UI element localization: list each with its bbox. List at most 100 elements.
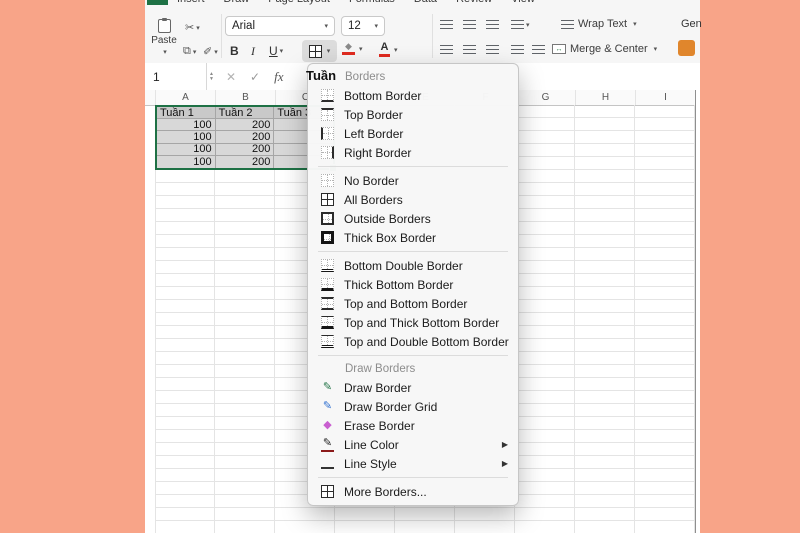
fill-color-button[interactable]: ◆ ▾ <box>342 42 363 55</box>
align-right-icon[interactable] <box>486 45 499 54</box>
menu-item-top-and-thick-bottom-border[interactable]: Top and Thick Bottom Border <box>308 313 518 332</box>
more-borders-icon <box>321 485 334 498</box>
paste-button[interactable]: Paste ▾ <box>148 13 180 61</box>
increase-indent-icon[interactable] <box>532 45 545 54</box>
cell-b1[interactable]: Tuần 2 <box>215 107 275 120</box>
name-box[interactable]: 1 <box>145 63 207 90</box>
menu-header-label: Draw Borders <box>345 363 416 375</box>
menu-item-top-border[interactable]: Top Border <box>308 105 518 124</box>
cell-b4[interactable]: 200 <box>215 143 275 156</box>
menu-item-bottom-border[interactable]: Bottom Border <box>308 86 518 105</box>
tab-formulas[interactable]: Formulas <box>349 0 395 5</box>
cell-a3[interactable]: 100 <box>157 131 216 144</box>
menu-item-right-border[interactable]: Right Border <box>308 143 518 162</box>
column-header-a[interactable]: A <box>156 90 216 105</box>
chevron-down-icon: ▾ <box>374 23 378 30</box>
home-tab-accent <box>147 0 168 5</box>
menu-item-more-borders[interactable]: More Borders... <box>308 482 518 501</box>
menu-item-bottom-double-border[interactable]: Bottom Double Border <box>308 256 518 275</box>
tab-page-layout[interactable]: Page Layout <box>268 0 330 5</box>
column-header-g[interactable]: G <box>516 90 576 105</box>
all-borders-icon <box>321 193 334 206</box>
wrap-text-button[interactable]: Wrap Text ▾ <box>561 18 637 30</box>
number-format-icon[interactable] <box>678 40 695 56</box>
confirm-entry-icon[interactable]: ✓ <box>250 70 260 84</box>
menu-item-no-border[interactable]: No Border <box>308 171 518 190</box>
tab-data[interactable]: Data <box>414 0 437 5</box>
column-header-h[interactable]: H <box>576 90 636 105</box>
cell-b2[interactable]: 200 <box>215 119 275 132</box>
number-format-label[interactable]: Gen <box>681 18 702 30</box>
cell-value: Tuần 2 <box>218 107 253 119</box>
menu-item-outside-borders[interactable]: Outside Borders <box>308 209 518 228</box>
font-name-select[interactable]: Arial ▾ <box>225 16 335 36</box>
menu-item-label: Thick Bottom Border <box>344 277 454 292</box>
cell-a2[interactable]: 100 <box>157 119 216 132</box>
menu-item-draw-border[interactable]: ✎ Draw Border <box>308 378 518 397</box>
borders-button[interactable]: ▾ <box>302 40 337 62</box>
menu-item-thick-box-border[interactable]: Thick Box Border <box>308 228 518 247</box>
bold-label: B <box>230 44 239 58</box>
copy-icon: ⧉ <box>183 45 191 57</box>
cell-a4[interactable]: 100 <box>157 143 216 156</box>
wrap-text-label: Wrap Text <box>578 18 628 30</box>
sheet-right-edge <box>695 90 696 533</box>
orientation-button[interactable]: ▾ <box>511 20 530 29</box>
menu-item-draw-border-grid[interactable]: ✎ Draw Border Grid <box>308 397 518 416</box>
cell-b5[interactable]: 200 <box>216 155 275 168</box>
menu-item-label: Draw Border <box>344 380 412 395</box>
underline-button[interactable]: U ▾ <box>269 44 283 58</box>
top-and-thick-bottom-border-icon <box>321 316 334 329</box>
italic-button[interactable]: I <box>251 44 255 59</box>
tab-draw[interactable]: Draw <box>224 0 250 5</box>
cut-button[interactable]: ✂ ▾ <box>185 21 200 34</box>
align-center-icon[interactable] <box>463 45 476 54</box>
insert-function-icon[interactable]: fx <box>274 69 283 85</box>
column-header-b[interactable]: B <box>216 90 276 105</box>
menu-item-line-color[interactable]: ✎ Line Color ▶ <box>308 435 518 454</box>
font-color-button[interactable]: A ▾ <box>379 42 398 57</box>
menu-item-top-and-double-bottom-border[interactable]: Top and Double Bottom Border <box>308 332 518 351</box>
merge-center-button[interactable]: ↔ Merge & Center ▾ <box>552 43 657 55</box>
cell-a5[interactable]: 100 <box>157 155 216 168</box>
align-left-icon[interactable] <box>440 45 453 54</box>
menu-item-left-border[interactable]: Left Border <box>308 124 518 143</box>
column-header-i[interactable]: I <box>636 90 696 105</box>
copy-button[interactable]: ⧉ ▾ <box>183 45 196 58</box>
align-middle-icon[interactable] <box>463 20 476 29</box>
horizontal-align-group <box>440 45 499 54</box>
menu-item-line-style[interactable]: Line Style ▶ <box>308 454 518 473</box>
font-color-stack: A <box>379 42 390 57</box>
tab-view[interactable]: View <box>511 0 535 5</box>
chevron-down-icon: ▾ <box>326 48 331 55</box>
font-color-indicator <box>379 54 390 57</box>
cancel-entry-icon[interactable]: ✕ <box>226 70 236 84</box>
menu-separator <box>318 477 508 478</box>
menu-item-top-and-bottom-border[interactable]: Top and Bottom Border <box>308 294 518 313</box>
align-bottom-icon[interactable] <box>486 20 499 29</box>
bold-button[interactable]: B <box>230 44 239 58</box>
vertical-align-group <box>440 20 499 29</box>
top-and-bottom-border-icon <box>321 297 334 310</box>
menu-item-label: More Borders... <box>344 484 427 499</box>
borders-grid-icon <box>308 44 322 58</box>
menu-item-all-borders[interactable]: All Borders <box>308 190 518 209</box>
ribbon-tab-bar: Insert Draw Page Layout Formulas Data Re… <box>145 0 700 9</box>
menu-item-erase-border[interactable]: ◆ Erase Border <box>308 416 518 435</box>
cell-b3[interactable]: 200 <box>215 131 275 144</box>
formula-bar-cell-text[interactable]: Tuần <box>306 68 336 83</box>
decrease-indent-icon[interactable] <box>511 45 524 54</box>
align-top-icon[interactable] <box>440 20 453 29</box>
chevron-down-icon: ▾ <box>359 45 363 53</box>
tab-review[interactable]: Review <box>456 0 492 5</box>
cell-a1[interactable]: Tuần 1 <box>157 107 216 120</box>
name-box-stepper[interactable]: ▲ ▼ <box>209 71 214 82</box>
column-letter: I <box>664 92 667 103</box>
font-size-select[interactable]: 12 ▾ <box>341 16 385 36</box>
menu-item-label: No Border <box>344 173 399 188</box>
format-painter-button[interactable]: ✐ ▾ <box>203 45 218 58</box>
menu-item-label: Bottom Double Border <box>344 258 463 273</box>
menu-item-thick-bottom-border[interactable]: Thick Bottom Border <box>308 275 518 294</box>
merge-center-icon: ↔ <box>552 44 566 54</box>
tab-insert[interactable]: Insert <box>177 0 205 5</box>
